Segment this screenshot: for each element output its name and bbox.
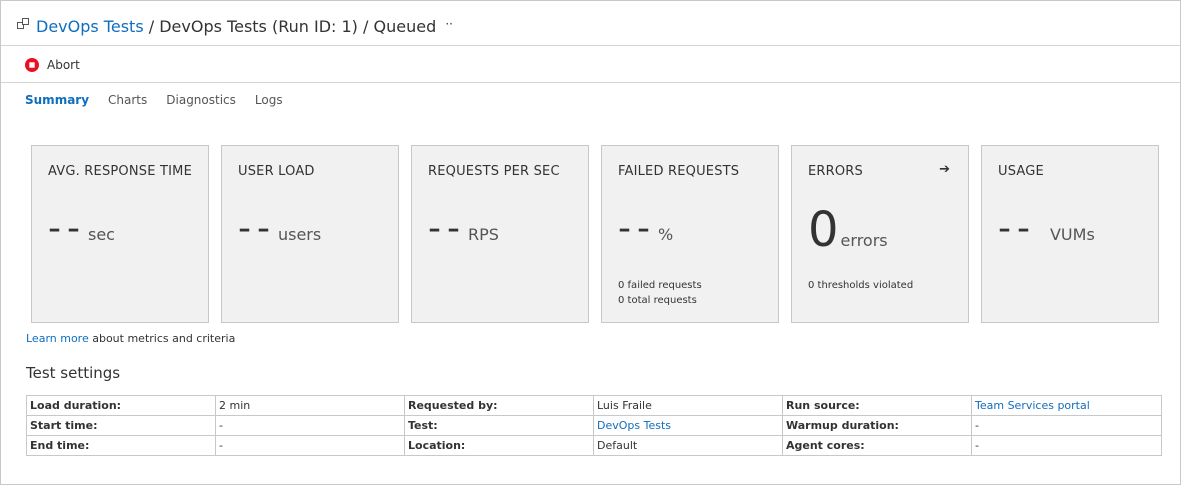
setting-label: Start time: [26, 415, 216, 436]
metric-value: 0 errors [808, 202, 888, 258]
breadcrumb-link-devops-tests[interactable]: DevOps Tests [36, 17, 144, 36]
table-row: Load duration: 2 min Requested by: Luis … [26, 395, 1162, 416]
toolbar: Abort [1, 46, 1180, 83]
tab-diagnostics[interactable]: Diagnostics [166, 93, 236, 107]
setting-value: - [215, 415, 405, 436]
stop-icon [25, 58, 39, 72]
more-options-icon[interactable]: ·· [445, 17, 453, 31]
metric-card-avg-response-time: AVG. RESPONSE TIME -- sec [31, 145, 209, 323]
metric-card-user-load: USER LOAD -- users [221, 145, 399, 323]
metric-unit: % [657, 225, 674, 244]
table-row: End time: - Location: Default Agent core… [26, 435, 1162, 456]
run-status: Queued [373, 17, 437, 36]
breadcrumb: DevOps Tests / DevOps Tests (Run ID: 1) … [36, 14, 453, 37]
setting-label: Warmup duration: [782, 415, 972, 436]
metric-value: -- sec [48, 208, 115, 249]
metric-title: FAILED REQUESTS [618, 164, 740, 179]
metric-title: USAGE [998, 164, 1044, 179]
abort-button[interactable]: Abort [25, 56, 80, 74]
metric-title: REQUESTS PER SEC [428, 164, 560, 179]
metric-unit: VUMs [1049, 225, 1095, 244]
setting-value: - [971, 415, 1162, 436]
tab-summary[interactable]: Summary [25, 93, 89, 107]
test-settings-title: Test settings [26, 364, 121, 382]
breadcrumb-separator: / [148, 17, 155, 36]
learn-more-link[interactable]: Learn more [26, 332, 89, 345]
abort-label: Abort [47, 58, 80, 72]
run-source-link[interactable]: Team Services portal [971, 395, 1162, 416]
failed-requests-count: 0 failed requests [618, 280, 702, 291]
breadcrumb-run: DevOps Tests (Run ID: 1) [159, 17, 358, 36]
metric-value: -- VUMs [998, 208, 1095, 249]
metric-value: -- users [238, 208, 321, 249]
breadcrumb-separator: / [363, 17, 369, 36]
setting-label: Run source: [782, 395, 972, 416]
metric-value: -- RPS [428, 208, 499, 249]
arrow-right-icon[interactable]: ➔ [939, 162, 950, 177]
metric-title: AVG. RESPONSE TIME [48, 164, 192, 179]
metric-unit: RPS [467, 225, 499, 244]
table-row: Start time: - Test: DevOps Tests Warmup … [26, 415, 1162, 436]
metric-card-usage: USAGE -- VUMs [981, 145, 1159, 323]
metric-unit: errors [840, 231, 888, 250]
setting-value: Default [593, 435, 783, 456]
metric-card-failed-requests: FAILED REQUESTS --% 0 failed requests 0 … [601, 145, 779, 323]
test-link[interactable]: DevOps Tests [593, 415, 783, 436]
setting-value: Luis Fraile [593, 395, 783, 416]
metric-unit: users [277, 225, 322, 244]
learn-more-text: Learn more about metrics and criteria [26, 332, 235, 345]
link-icon [17, 18, 29, 29]
setting-label: End time: [26, 435, 216, 456]
metric-number: -- [998, 208, 1036, 249]
setting-label: Load duration: [26, 395, 216, 416]
metric-number: -- [618, 208, 656, 249]
metric-number: -- [48, 208, 86, 249]
metric-value: --% [618, 208, 673, 249]
tab-bar: Summary Charts Diagnostics Logs [25, 93, 302, 107]
setting-label: Location: [404, 435, 594, 456]
setting-label: Agent cores: [782, 435, 972, 456]
metric-title: ERRORS [808, 164, 863, 179]
setting-label: Test: [404, 415, 594, 436]
metric-card-requests-per-sec: REQUESTS PER SEC -- RPS [411, 145, 589, 323]
learn-more-suffix: about metrics and criteria [88, 332, 236, 345]
tab-charts[interactable]: Charts [108, 93, 147, 107]
metric-number: -- [428, 208, 466, 249]
setting-value: - [215, 435, 405, 456]
setting-label: Requested by: [404, 395, 594, 416]
metric-card-errors[interactable]: ERRORS ➔ 0 errors 0 thresholds violated [791, 145, 969, 323]
setting-value: - [971, 435, 1162, 456]
metric-title: USER LOAD [238, 164, 315, 179]
thresholds-violated: 0 thresholds violated [808, 280, 914, 291]
app-window: DevOps Tests / DevOps Tests (Run ID: 1) … [0, 0, 1181, 485]
setting-value: 2 min [215, 395, 405, 416]
metric-unit: sec [87, 225, 115, 244]
test-settings-table: Load duration: 2 min Requested by: Luis … [26, 395, 1162, 456]
page-header: DevOps Tests / DevOps Tests (Run ID: 1) … [1, 1, 1180, 46]
metric-number: -- [238, 208, 276, 249]
total-requests-count: 0 total requests [618, 295, 697, 306]
tab-logs[interactable]: Logs [255, 93, 283, 107]
metric-number: 0 [808, 202, 839, 258]
